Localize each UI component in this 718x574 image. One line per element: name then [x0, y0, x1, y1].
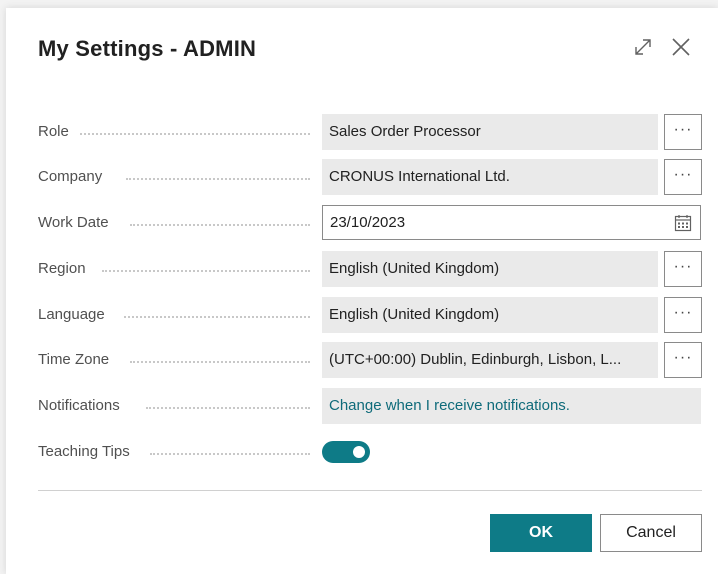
region-lookup-button[interactable]: ···	[664, 251, 702, 287]
dotted-leader	[102, 270, 310, 272]
company-row: Company CRONUS International Ltd. ···	[38, 159, 702, 195]
close-icon[interactable]	[668, 34, 694, 60]
region-field[interactable]: English (United Kingdom)	[322, 251, 658, 287]
settings-dialog: My Settings - ADMIN Role Sales Order Pro…	[6, 8, 718, 574]
work-date-value: 23/10/2023	[330, 214, 406, 231]
role-row: Role Sales Order Processor ···	[38, 114, 702, 150]
ellipsis-icon: ···	[673, 258, 693, 275]
ellipsis-icon: ···	[673, 304, 693, 321]
dotted-leader	[146, 407, 310, 409]
company-label: Company	[38, 168, 103, 185]
dotted-leader	[126, 178, 310, 180]
ellipsis-icon: ···	[673, 349, 693, 366]
region-row: Region English (United Kingdom) ···	[38, 251, 702, 287]
dotted-leader	[130, 224, 310, 226]
dotted-leader	[124, 316, 310, 318]
language-field[interactable]: English (United Kingdom)	[322, 297, 658, 333]
ellipsis-icon: ···	[673, 166, 693, 183]
work-date-label: Work Date	[38, 214, 109, 231]
language-label: Language	[38, 306, 105, 323]
dotted-leader	[80, 133, 310, 135]
role-field[interactable]: Sales Order Processor	[322, 114, 658, 150]
dialog-title: My Settings - ADMIN	[38, 36, 257, 61]
time-zone-row: Time Zone (UTC+00:00) Dublin, Edinburgh,…	[38, 342, 702, 378]
notifications-label: Notifications	[38, 397, 120, 414]
ok-button[interactable]: OK	[490, 514, 592, 552]
time-zone-field[interactable]: (UTC+00:00) Dublin, Edinburgh, Lisbon, L…	[322, 342, 658, 378]
teaching-tips-row: Teaching Tips	[38, 434, 702, 470]
company-field[interactable]: CRONUS International Ltd.	[322, 159, 658, 195]
work-date-input[interactable]: 23/10/2023	[322, 205, 701, 240]
ellipsis-icon: ···	[673, 121, 693, 138]
calendar-icon[interactable]	[674, 214, 692, 232]
region-label: Region	[38, 260, 86, 277]
language-row: Language English (United Kingdom) ···	[38, 297, 702, 333]
language-lookup-button[interactable]: ···	[664, 297, 702, 333]
dotted-leader	[150, 453, 310, 455]
teaching-tips-label: Teaching Tips	[38, 443, 130, 460]
work-date-row: Work Date 23/10/2023	[38, 205, 702, 241]
teaching-tips-toggle[interactable]	[322, 441, 370, 463]
role-lookup-button[interactable]: ···	[664, 114, 702, 150]
toggle-knob	[353, 446, 365, 458]
role-label: Role	[38, 123, 69, 140]
dotted-leader	[130, 361, 310, 363]
time-zone-label: Time Zone	[38, 351, 110, 368]
company-lookup-button[interactable]: ···	[664, 159, 702, 195]
notifications-row: Notifications Change when I receive noti…	[38, 388, 702, 424]
footer-divider	[38, 490, 702, 491]
cancel-button[interactable]: Cancel	[600, 514, 702, 552]
expand-icon[interactable]	[630, 34, 656, 60]
notifications-link[interactable]: Change when I receive notifications.	[322, 388, 701, 424]
time-zone-lookup-button[interactable]: ···	[664, 342, 702, 378]
